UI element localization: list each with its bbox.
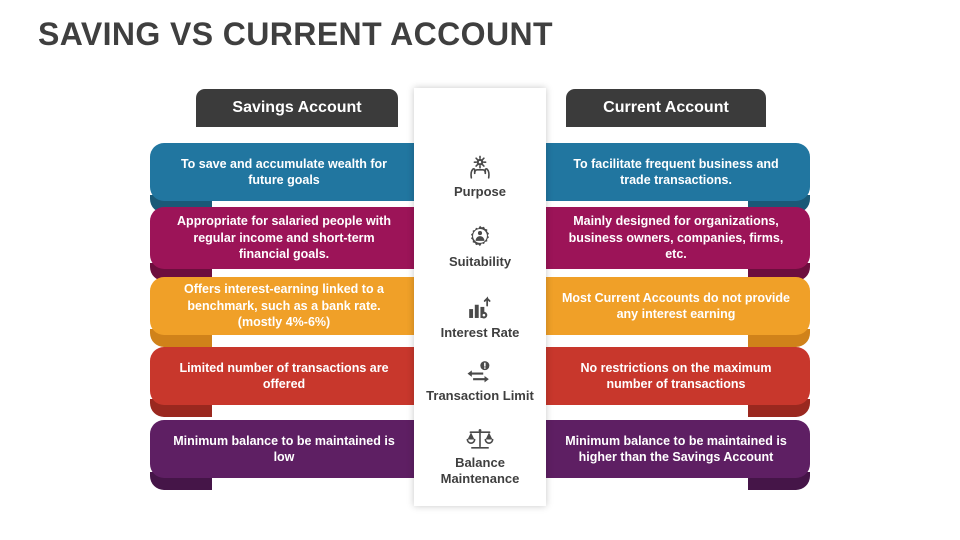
page-title: SAVING VS CURRENT ACCOUNT bbox=[38, 16, 553, 52]
category-item-purpose: Purpose bbox=[414, 150, 546, 200]
current-cell-purpose-text: To facilitate frequent business and trad… bbox=[573, 156, 779, 188]
savings-cell-balance-maintenance-text: Minimum balance to be maintained is low bbox=[173, 433, 395, 465]
bar-chart-percent-icon bbox=[414, 291, 546, 321]
savings-cell-suitability-text: Appropriate for salaried people with reg… bbox=[177, 214, 391, 262]
current-cell-balance-maintenance-text: Minimum balance to be maintained is high… bbox=[565, 433, 787, 465]
savings-cell-suitability: Appropriate for salaried people with reg… bbox=[150, 207, 418, 269]
hands-holding-target-icon bbox=[414, 150, 546, 180]
savings-cell-interest-rate-text: Offers interest-earning linked to a benc… bbox=[183, 282, 385, 330]
savings-cell-balance-maintenance: Minimum balance to be maintained is low bbox=[150, 420, 418, 478]
savings-cell-purpose-text: To save and accumulate wealth for future… bbox=[180, 156, 388, 188]
category-item-suitability: Suitability bbox=[414, 220, 546, 270]
current-cell-suitability: Mainly designed for organizations, busin… bbox=[542, 207, 810, 269]
column-header-current-label: Current Account bbox=[603, 99, 729, 116]
savings-cell-interest-rate: Offers interest-earning linked to a benc… bbox=[150, 277, 418, 335]
current-cell-interest-rate-text: Most Current Accounts do not provide any… bbox=[561, 290, 790, 322]
savings-cell-transaction-limit-text: Limited number of transactions are offer… bbox=[179, 360, 389, 392]
category-item-balance-maintenance: Balance Maintenance bbox=[414, 421, 546, 487]
current-cell-suitability-text: Mainly designed for organizations, busin… bbox=[568, 214, 784, 262]
category-label-interest-rate: Interest Rate bbox=[440, 325, 520, 340]
gear-person-icon bbox=[414, 220, 546, 250]
column-header-current: Current Account bbox=[566, 89, 766, 127]
balance-scales-icon bbox=[414, 421, 546, 451]
current-cell-transaction-limit-text: No restrictions on the maximum number of… bbox=[580, 360, 772, 392]
category-column: Purpose Suitability Interest Rate Transa… bbox=[414, 88, 546, 506]
column-header-savings-label: Savings Account bbox=[232, 99, 362, 116]
exchange-arrows-coin-icon bbox=[414, 354, 546, 384]
category-item-transaction-limit: Transaction Limit bbox=[414, 354, 546, 404]
current-cell-transaction-limit: No restrictions on the maximum number of… bbox=[542, 347, 810, 405]
category-label-purpose: Purpose bbox=[453, 184, 506, 199]
current-cell-balance-maintenance: Minimum balance to be maintained is high… bbox=[542, 420, 810, 478]
column-header-savings: Savings Account bbox=[196, 89, 398, 127]
category-label-suitability: Suitability bbox=[448, 254, 512, 269]
savings-cell-transaction-limit: Limited number of transactions are offer… bbox=[150, 347, 418, 405]
category-label-balance-maintenance: Balance Maintenance bbox=[440, 455, 520, 486]
current-cell-interest-rate: Most Current Accounts do not provide any… bbox=[542, 277, 810, 335]
current-cell-purpose: To facilitate frequent business and trad… bbox=[542, 143, 810, 201]
savings-cell-purpose: To save and accumulate wealth for future… bbox=[150, 143, 418, 201]
slide-canvas: SAVING VS CURRENT ACCOUNT Savings Accoun… bbox=[0, 0, 960, 540]
category-item-interest-rate: Interest Rate bbox=[414, 291, 546, 341]
category-label-transaction-limit: Transaction Limit bbox=[426, 388, 534, 403]
